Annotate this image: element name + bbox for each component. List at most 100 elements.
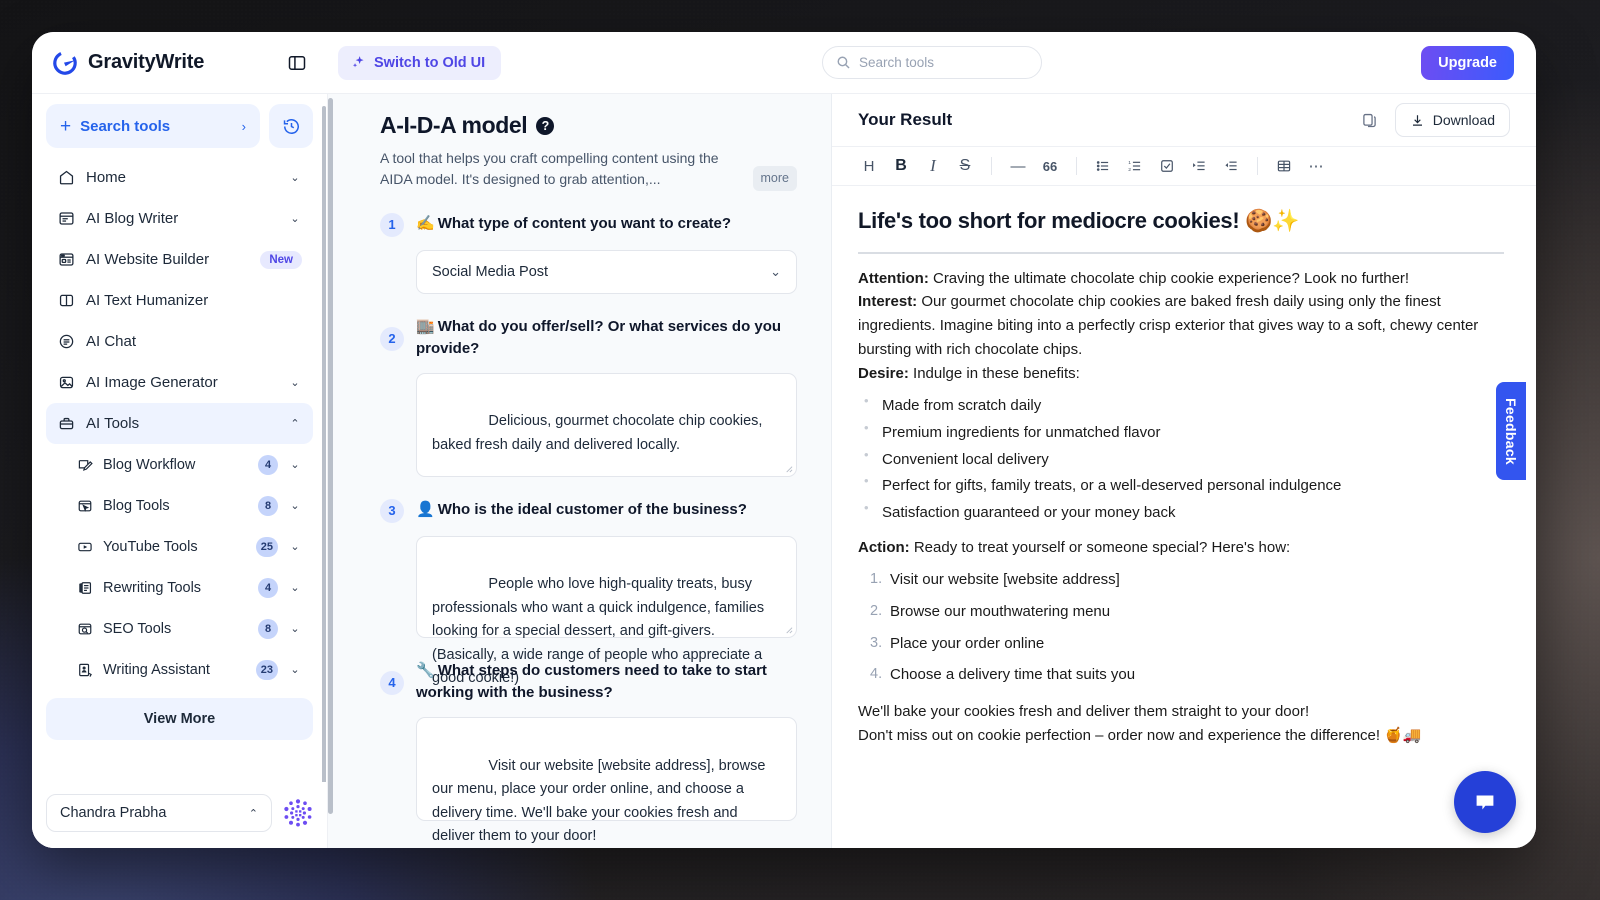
attention-label: Attention: (858, 269, 929, 287)
sidebar-search-tools-button[interactable]: + Search tools › (46, 104, 260, 148)
question-1-number: 1 (380, 212, 404, 237)
toolbar-divider (1257, 157, 1258, 175)
top-search-wrap (822, 46, 1042, 79)
cursor-window-icon (76, 497, 93, 514)
steps-textarea-value: Visit our website [website address], bro… (432, 757, 770, 845)
sidebar-subitem-youtube-tools[interactable]: YouTube Tools 25 ⌄ (46, 526, 313, 567)
plus-icon: + (60, 115, 72, 137)
table-icon (1277, 160, 1291, 172)
chevron-down-icon: ⌄ (770, 263, 781, 279)
sidebar-item-ai-tools[interactable]: AI Tools ⌃ (46, 403, 313, 444)
sidebar-scroll-area: + Search tools › Home ⌄ AI Blog Writer ⌄… (32, 94, 327, 782)
blockquote-button[interactable]: 66 (1035, 151, 1065, 181)
resize-grip-icon[interactable] (784, 625, 793, 634)
indent-decrease-button[interactable] (1216, 151, 1246, 181)
sidebar-scrollbar[interactable] (322, 106, 326, 782)
history-clock-icon (283, 118, 299, 134)
result-desire-paragraph: Desire: Indulge in these benefits: (858, 362, 1504, 386)
question-3-field-wrap: People who love high-quality treats, bus… (416, 535, 797, 686)
offer-textarea[interactable]: Delicious, gourmet chocolate chip cookie… (416, 372, 797, 477)
sidebar-search-tools-label: Search tools (80, 117, 171, 135)
sidebar-subitem-blog-workflow[interactable]: Blog Workflow 4 ⌄ (46, 444, 313, 485)
view-more-button[interactable]: View More (46, 698, 313, 740)
search-tools-input[interactable] (859, 55, 1028, 70)
sidebar-item-ai-chat[interactable]: AI Chat (46, 321, 313, 362)
sidebar-item-ai-website-builder[interactable]: AI Website Builder New (46, 239, 313, 280)
sidebar-subitem-writing-assistant[interactable]: Writing Assistant 23 ⌄ (46, 649, 313, 690)
history-button[interactable] (269, 104, 313, 148)
question-3: 3 👤 Who is the ideal customer of the busi… (380, 498, 797, 686)
table-button[interactable] (1269, 151, 1299, 181)
more-button[interactable]: more (752, 165, 797, 191)
sidebar-subitem-seo-tools[interactable]: SEO Tools 8 ⌄ (46, 608, 313, 649)
rewrite-icon (76, 579, 93, 596)
book-icon (57, 292, 75, 310)
list-item: Browse our mouthwatering menu (870, 600, 1111, 623)
question-1: 1 ✍️ What type of content you want to cre… (380, 212, 797, 294)
question-3-number: 3 (380, 498, 404, 523)
count-badge: 4 (258, 454, 278, 475)
resize-grip-icon[interactable] (784, 464, 793, 473)
question-3-head: 3 👤 Who is the ideal customer of the busi… (380, 498, 797, 523)
chat-support-button[interactable] (1454, 771, 1516, 833)
download-button[interactable]: Download (1394, 103, 1510, 137)
top-bar-main: Switch to Old UI Upgrade (328, 32, 1536, 93)
copy-button[interactable] (1355, 105, 1385, 135)
action-label: Action: (858, 538, 910, 556)
interest-label: Interest: (858, 293, 918, 311)
home-icon (57, 169, 75, 187)
question-2-text: What do you offer/sell? Or what services… (416, 317, 782, 357)
user-name: Chandra Prabha (60, 805, 167, 821)
sidebar-subitem-rewriting-tools[interactable]: Rewriting Tools 4 ⌄ (46, 567, 313, 608)
desire-label: Desire: (858, 364, 909, 382)
avatar[interactable] (283, 798, 313, 828)
numbered-list-button[interactable]: 1 2 (1120, 151, 1150, 181)
ideal-customer-textarea[interactable]: People who love high-quality treats, bus… (416, 535, 797, 686)
sidebar-item-ai-text-humanizer-label: AI Text Humanizer (86, 292, 209, 309)
upgrade-button[interactable]: Upgrade (1421, 45, 1514, 80)
app-window: GravityWrite Switch to Old UI Search too… (32, 32, 1536, 848)
wrench-emoji-icon: 🔧 (416, 661, 435, 679)
chevron-down-icon: ⌄ (290, 541, 300, 553)
user-account-selector[interactable]: Chandra Prabha ⌃ (46, 794, 272, 832)
result-content[interactable]: Life's too short for mediocre cookies! 🍪… (832, 186, 1536, 848)
chevron-down-icon: ⌄ (290, 377, 300, 389)
bold-button[interactable]: B (886, 151, 916, 181)
question-4-field-wrap: Visit our website [website address], bro… (416, 717, 797, 844)
sidebar-item-ai-image-generator[interactable]: AI Image Generator ⌄ (46, 362, 313, 403)
chevron-up-icon: ⌃ (248, 807, 258, 820)
top-bar: GravityWrite Switch to Old UI Search too… (32, 32, 1536, 94)
more-options-button[interactable]: ⋯ (1301, 151, 1331, 181)
switch-to-old-ui-button[interactable]: Switch to Old UI (338, 45, 502, 80)
heading-button[interactable]: H (854, 151, 884, 181)
result-interest-paragraph: Interest: Our gourmet chocolate chip coo… (858, 290, 1504, 361)
sidebar-item-ai-text-humanizer[interactable]: AI Text Humanizer (46, 280, 313, 321)
panel-toggle-icon[interactable] (284, 50, 310, 76)
indent-increase-button[interactable] (1184, 151, 1214, 181)
sidebar-item-home[interactable]: Home ⌄ (46, 157, 313, 198)
result-action-paragraph: Action: Ready to treat yourself or someo… (858, 536, 1504, 560)
play-rect-icon (76, 538, 93, 555)
sidebar-item-ai-blog-writer[interactable]: AI Blog Writer ⌄ (46, 198, 313, 239)
help-icon[interactable]: ? (536, 116, 555, 135)
steps-textarea[interactable]: Visit our website [website address], bro… (416, 717, 797, 844)
editor-toolbar: H B I S — 66 1 2 ⋯ (832, 146, 1536, 186)
feedback-tab[interactable]: Feedback (1496, 382, 1526, 480)
strikethrough-button[interactable]: S (950, 151, 980, 181)
toolbar-divider (991, 157, 992, 175)
sidebar-item-ai-blog-writer-label: AI Blog Writer (86, 210, 179, 227)
italic-button[interactable]: I (918, 151, 948, 181)
interest-text: Our gourmet chocolate chip cookies are b… (858, 293, 1479, 358)
question-3-text: Who is the ideal customer of the busines… (437, 500, 747, 518)
sidebar-subitem-blog-tools[interactable]: Blog Tools 8 ⌄ (46, 485, 313, 526)
content-type-select[interactable]: Social Media Post ⌄ (416, 249, 797, 294)
result-attention-paragraph: Attention: Craving the ultimate chocolat… (858, 267, 1504, 291)
form-scrollbar[interactable] (328, 98, 333, 814)
sidebar-item-ai-chat-label: AI Chat (86, 333, 137, 350)
list-item: Place your order online (870, 632, 1045, 655)
horizontal-rule-button[interactable]: — (1003, 151, 1033, 181)
bulleted-list-button[interactable] (1088, 151, 1118, 181)
sidebar-item-home-label: Home (86, 169, 127, 186)
search-tools-box[interactable] (822, 46, 1042, 79)
checklist-button[interactable] (1152, 151, 1182, 181)
